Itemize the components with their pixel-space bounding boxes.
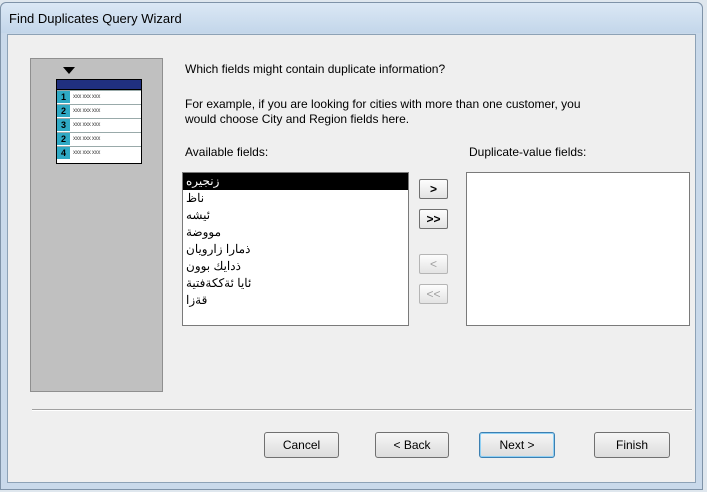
table-row: 2 xxx xxx xxx: [57, 132, 141, 145]
table-row: 3 xxx xxx xxx: [57, 118, 141, 131]
wizard-illustration: 1 xxx xxx xxx 2 xxx xxx xxx 3 xxx xxx xx…: [30, 58, 163, 392]
next-button[interactable]: Next >: [479, 432, 555, 458]
row-cells: xxx xxx xxx: [73, 94, 101, 100]
available-field-item[interactable]: ذدایك بوون: [183, 258, 408, 275]
row-number: 4: [57, 147, 70, 159]
finish-button[interactable]: Finish: [594, 432, 670, 458]
available-field-item[interactable]: زنجیره: [183, 173, 408, 190]
row-number: 3: [57, 119, 70, 131]
available-field-item[interactable]: ئیشە: [183, 207, 408, 224]
table-row: 4 xxx xxx xxx: [57, 146, 141, 159]
row-number: 1: [57, 91, 70, 103]
available-field-item[interactable]: قةزا: [183, 292, 408, 309]
available-fields-list[interactable]: زنجیره ناظ ئیشە مووضة ذمارا زارویان ذدایك بوو…: [182, 172, 409, 326]
add-all-fields-button[interactable]: >>: [419, 209, 448, 229]
duplicate-fields-label: Duplicate-value fields:: [469, 145, 587, 159]
available-field-item[interactable]: ذمارا زارویان: [183, 241, 408, 258]
available-field-item[interactable]: ئایا ئةككةفتیة: [183, 275, 408, 292]
cancel-button[interactable]: Cancel: [264, 432, 339, 458]
available-field-item[interactable]: ناظ: [183, 190, 408, 207]
button-separator: [32, 409, 692, 411]
available-field-item[interactable]: مووضة: [183, 224, 408, 241]
duplicate-fields-list[interactable]: [466, 172, 690, 326]
table-row: 1 xxx xxx xxx: [57, 90, 141, 103]
example-text-line2: would choose City and Region fields here…: [185, 112, 410, 126]
table-illustration: 1 xxx xxx xxx 2 xxx xxx xxx 3 xxx xxx xx…: [56, 79, 142, 164]
add-field-button[interactable]: >: [419, 179, 448, 199]
row-cells: xxx xxx xxx: [73, 108, 101, 114]
table-header-bar: [57, 80, 141, 90]
wizard-question: Which fields might contain duplicate inf…: [185, 62, 446, 76]
available-fields-label: Available fields:: [185, 145, 269, 159]
table-row: 2 xxx xxx xxx: [57, 104, 141, 117]
row-cells: xxx xxx xxx: [73, 122, 101, 128]
down-arrow-icon: [63, 67, 75, 74]
title-bar[interactable]: Find Duplicates Query Wizard: [1, 3, 702, 33]
wizard-window: Find Duplicates Query Wizard 1 xxx xxx x…: [0, 2, 703, 490]
remove-all-fields-button[interactable]: <<: [419, 284, 448, 304]
window-title: Find Duplicates Query Wizard: [9, 11, 182, 26]
row-cells: xxx xxx xxx: [73, 150, 101, 156]
remove-field-button[interactable]: <: [419, 254, 448, 274]
dialog-body: 1 xxx xxx xxx 2 xxx xxx xxx 3 xxx xxx xx…: [7, 34, 696, 483]
row-cells: xxx xxx xxx: [73, 136, 101, 142]
back-button[interactable]: < Back: [375, 432, 449, 458]
example-text-line1: For example, if you are looking for citi…: [185, 97, 581, 111]
row-number: 2: [57, 133, 70, 145]
row-number: 2: [57, 105, 70, 117]
